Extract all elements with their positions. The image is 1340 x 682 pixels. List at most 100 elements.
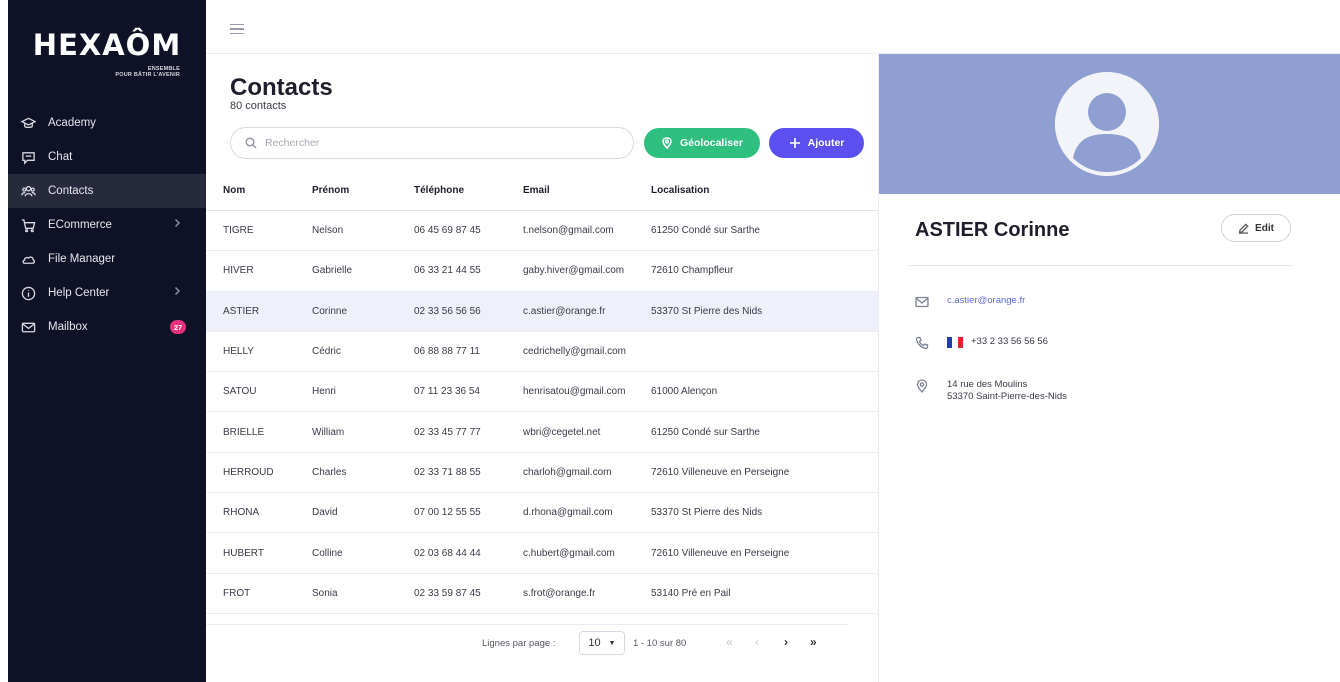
- cell-telephone: 02 33 56 56 56: [414, 305, 481, 317]
- cell-telephone: 07 00 12 55 55: [414, 507, 481, 519]
- logo-tagline: ENSEMBLE POUR BÂTIR L'AVENIR: [115, 66, 180, 78]
- table-row[interactable]: HUBERT Colline 02 03 68 44 44 c.hubert@gmai…: [206, 533, 878, 574]
- add-contact-button[interactable]: Ajouter: [769, 128, 864, 158]
- column-header-telephone[interactable]: Téléphone: [414, 185, 523, 196]
- cell-nom: ASTIER: [223, 305, 260, 317]
- cell-prenom: Charles: [312, 466, 347, 478]
- sidebar-item-file-manager[interactable]: File Manager: [8, 242, 206, 276]
- cell-localisation: 53370 St Pierre des Nids: [651, 305, 763, 317]
- contacts-list-panel: Contacts 80 contacts Géolocaliser Ajoute…: [206, 54, 878, 682]
- brand-logo[interactable]: HEXAÔM ENSEMBLE POUR BÂTIR L'AVENIR: [8, 28, 206, 78]
- cell-localisation: 72610 Champfleur: [651, 265, 734, 277]
- first-page-button[interactable]: «: [726, 635, 733, 649]
- edit-icon: [1238, 222, 1249, 234]
- cell-email: s.frot@orange.fr: [523, 587, 596, 599]
- cell-email: t.nelson@gmail.com: [523, 225, 614, 237]
- cell-localisation: 53370 St Pierre des Nids: [651, 507, 763, 519]
- sidebar-item-label: Help Center: [48, 287, 110, 299]
- geolocate-button[interactable]: Géolocaliser: [644, 128, 760, 158]
- table-row[interactable]: TIGRE Nelson 06 45 69 87 45 t.nelson@gmail.…: [206, 211, 878, 252]
- edit-contact-button[interactable]: Edit: [1221, 214, 1291, 242]
- contacts-table: Nom Prénom Téléphone Email Localisation …: [206, 170, 878, 614]
- cell-email: henrisatou@gmail.com: [523, 386, 626, 398]
- contact-address: 14 rue des Moulins 53370 Saint-Pierre-de…: [947, 379, 1067, 403]
- column-header-nom[interactable]: Nom: [206, 185, 312, 196]
- sidebar-item-label: Chat: [48, 151, 73, 163]
- cell-email: d.rhona@gmail.com: [523, 507, 613, 519]
- cell-nom: SATOU: [223, 386, 257, 398]
- cell-telephone: 02 33 59 87 45: [414, 587, 481, 599]
- contact-address-row: 14 rue des Moulins 53370 Saint-Pierre-de…: [915, 379, 1067, 403]
- table-row[interactable]: ASTIER Corinne 02 33 56 56 56 c.astier@oran…: [206, 291, 878, 332]
- geolocate-label: Géolocaliser: [679, 137, 744, 149]
- table-row[interactable]: RHONA David 07 00 12 55 55 d.rhona@gmail.co…: [206, 493, 878, 534]
- sidebar-item-label: File Manager: [48, 253, 116, 265]
- contact-detail-panel: ASTIER Corinne Edit c.astier@orange.fr +…: [878, 54, 1340, 682]
- sidebar-item-ecommerce[interactable]: ECommerce: [8, 208, 206, 242]
- cell-localisation: 61250 Condé sur Sarthe: [651, 426, 760, 438]
- cell-nom: HELLY: [223, 346, 254, 358]
- table-row[interactable]: BRIELLE William 02 33 45 77 77 wbri@cegetel…: [206, 412, 878, 453]
- cell-prenom: Nelson: [312, 225, 344, 237]
- cell-telephone: 06 33 21 44 55: [414, 265, 481, 277]
- cell-localisation: 72610 Villeneuve en Perseigne: [651, 547, 790, 559]
- cell-prenom: Corinne: [312, 305, 348, 317]
- cell-nom: HUBERT: [223, 547, 264, 559]
- cell-telephone: 02 33 71 88 55: [414, 466, 481, 478]
- sidebar-item-chat[interactable]: Chat: [8, 140, 206, 174]
- table-row[interactable]: HERROUD Charles 02 33 71 88 55 charloh@gmai…: [206, 453, 878, 494]
- table-body: TIGRE Nelson 06 45 69 87 45 t.nelson@gmail.…: [206, 211, 878, 614]
- sidebar-item-contacts[interactable]: Contacts: [8, 174, 206, 208]
- cell-localisation: 72610 Villeneuve en Perseigne: [651, 466, 790, 478]
- contact-name: ASTIER Corinne: [915, 219, 1070, 241]
- column-header-prenom[interactable]: Prénom: [312, 185, 414, 196]
- table-row[interactable]: HIVER Gabrielle 06 33 21 44 55 gaby.hiver@g…: [206, 251, 878, 292]
- cell-email: wbri@cegetel.net: [523, 426, 601, 438]
- rows-per-page-select[interactable]: 10 ▼: [579, 631, 625, 655]
- column-header-email[interactable]: Email: [523, 185, 651, 196]
- previous-page-button[interactable]: ‹: [755, 635, 759, 649]
- page-range: 1 - 10 sur 80: [633, 638, 687, 649]
- sidebar-item-help-center[interactable]: Help Center: [8, 276, 206, 310]
- cell-nom: BRIELLE: [223, 426, 265, 438]
- contacts-icon: [20, 183, 36, 199]
- pagination: Lignes par page : 10 ▼ 1 - 10 sur 80 « ‹…: [206, 624, 848, 662]
- sidebar-nav: Academy Chat Contacts ECommerce File Man…: [8, 106, 206, 344]
- cell-nom: HERROUD: [223, 466, 274, 478]
- search-box[interactable]: [230, 127, 634, 159]
- column-header-localisation[interactable]: Localisation: [651, 185, 878, 196]
- hamburger-menu-icon[interactable]: [230, 24, 244, 36]
- cell-prenom: Gabrielle: [312, 265, 353, 277]
- rows-per-page-label: Lignes par page :: [482, 638, 556, 649]
- cell-prenom: Cédric: [312, 346, 341, 358]
- cloud-icon: [20, 251, 36, 267]
- address-street: 14 rue des Moulins: [947, 379, 1028, 390]
- caret-down-icon: ▼: [608, 639, 616, 647]
- cell-prenom: Henri: [312, 386, 336, 398]
- sidebar-item-mailbox[interactable]: Mailbox 27: [8, 310, 206, 344]
- table-row[interactable]: SATOU Henri 07 11 23 36 54 henrisatou@gmail…: [206, 372, 878, 413]
- cell-nom: RHONA: [223, 507, 260, 519]
- app-root: HEXAÔM ENSEMBLE POUR BÂTIR L'AVENIR Acad…: [0, 0, 1340, 682]
- last-page-button[interactable]: »: [810, 635, 817, 649]
- cell-prenom: David: [312, 507, 338, 519]
- next-page-button[interactable]: ›: [784, 635, 788, 649]
- cell-nom: TIGRE: [223, 225, 254, 237]
- table-row[interactable]: HELLY Cédric 06 88 88 77 11 cedrichelly@gma…: [206, 332, 878, 373]
- sidebar-item-academy[interactable]: Academy: [8, 106, 206, 140]
- contact-email-link[interactable]: c.astier@orange.fr: [947, 295, 1025, 306]
- contact-phone[interactable]: +33 2 33 56 56 56: [971, 336, 1048, 347]
- cell-prenom: Sonia: [312, 587, 338, 599]
- sidebar-item-label: Mailbox: [48, 321, 88, 333]
- table-row[interactable]: FROT Sonia 02 33 59 87 45 s.frot@orange.fr 5…: [206, 574, 878, 614]
- location-pin-icon: [916, 379, 928, 393]
- cell-email: gaby.hiver@gmail.com: [523, 265, 625, 277]
- cell-telephone: 06 88 88 77 11: [414, 346, 480, 358]
- unread-count-badge: 27: [170, 320, 186, 334]
- search-input[interactable]: [265, 137, 605, 149]
- contact-phone-row: +33 2 33 56 56 56: [915, 336, 1048, 350]
- cart-icon: [20, 217, 36, 233]
- cell-prenom: William: [312, 426, 345, 438]
- contact-email-row: c.astier@orange.fr: [915, 295, 1025, 309]
- cell-telephone: 02 33 45 77 77: [414, 426, 481, 438]
